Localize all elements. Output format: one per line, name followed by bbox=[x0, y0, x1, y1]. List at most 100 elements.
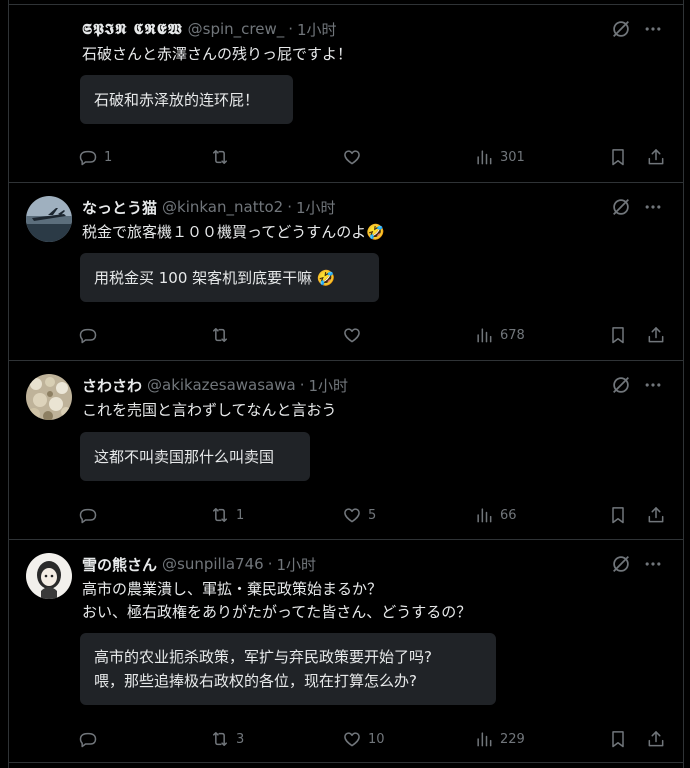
action-bar: 678 bbox=[78, 323, 666, 347]
grok-icon[interactable] bbox=[610, 196, 632, 218]
retweet-icon bbox=[213, 508, 227, 522]
retweet-count: 3 bbox=[236, 731, 245, 747]
separator-dot: · bbox=[287, 198, 292, 216]
bookmark-button[interactable] bbox=[608, 145, 628, 169]
translation-box: 高市的农业扼杀政策，军扩与弃民政策要开始了吗? 喂，那些追捧极右政权的各位，现在… bbox=[80, 633, 496, 705]
action-bar: 1 5 66 bbox=[78, 503, 666, 527]
views-button[interactable]: 301 bbox=[474, 145, 525, 169]
share-button[interactable] bbox=[646, 323, 666, 347]
more-icon[interactable] bbox=[642, 553, 664, 575]
display-name[interactable]: さわさわ bbox=[82, 375, 142, 396]
timestamp[interactable]: 1小时 bbox=[276, 554, 316, 575]
handle[interactable]: @akikazesawasawa bbox=[147, 376, 296, 394]
share-button[interactable] bbox=[646, 727, 666, 751]
translation-box: 这都不叫卖国那什么叫卖国 bbox=[80, 432, 310, 481]
handle[interactable]: @spin_crew_ bbox=[188, 20, 285, 38]
reply-count: 1 bbox=[104, 149, 113, 165]
tweet-header: さわさわ @akikazesawasawa · 1小时 bbox=[82, 374, 348, 396]
views-icon bbox=[477, 732, 492, 747]
views-button[interactable]: 678 bbox=[474, 323, 525, 347]
timestamp[interactable]: 1小时 bbox=[296, 197, 336, 218]
retweet-button[interactable]: 1 bbox=[210, 503, 244, 527]
translation-box: 石破和赤泽放的连环屁！ bbox=[80, 75, 293, 124]
share-button[interactable] bbox=[646, 145, 666, 169]
bookmark-button[interactable] bbox=[608, 727, 628, 751]
grok-icon[interactable] bbox=[610, 374, 632, 396]
tweet-text-line: 税金で旅客機１００機買ってどうすんのよ🤣 bbox=[82, 223, 385, 241]
share-button[interactable] bbox=[646, 503, 666, 527]
retweet-button[interactable] bbox=[210, 323, 236, 347]
reply-button[interactable]: 1 bbox=[78, 145, 112, 169]
reply-button[interactable] bbox=[78, 323, 104, 347]
action-bar: 3 10 229 bbox=[78, 727, 666, 751]
grok-icon[interactable] bbox=[610, 553, 632, 575]
like-count: 5 bbox=[368, 507, 377, 523]
translation-line: 高市的农业扼杀政策，军扩与弃民政策要开始了吗? bbox=[94, 648, 432, 666]
retweet-icon bbox=[213, 732, 227, 746]
translation-box: 用税金买 100 架客机到底要干嘛 🤣 bbox=[80, 253, 379, 302]
display-name[interactable]: なっとう猫 bbox=[82, 197, 157, 218]
timestamp[interactable]: 1小时 bbox=[297, 19, 337, 40]
views-button[interactable]: 229 bbox=[474, 727, 525, 751]
handle[interactable]: @sunpilla746 bbox=[162, 555, 264, 573]
like-count: 10 bbox=[368, 731, 385, 747]
avatar[interactable] bbox=[26, 553, 72, 599]
grok-icon[interactable] bbox=[610, 18, 632, 40]
bookmark-icon bbox=[612, 507, 624, 524]
tweet-text: 税金で旅客機１００機買ってどうすんのよ🤣 bbox=[82, 221, 385, 244]
bookmark-button[interactable] bbox=[608, 503, 628, 527]
separator-dot: · bbox=[288, 20, 293, 38]
reply-button[interactable] bbox=[78, 503, 104, 527]
retweet-button[interactable] bbox=[210, 145, 236, 169]
like-button[interactable]: 10 bbox=[342, 727, 385, 751]
reply-tweet[interactable]: 𝕾𝕻𝕴𝕹 𝕮𝕽𝕰𝖂 @spin_crew_ · 1小时 石破さんと赤澤さんの残り… bbox=[8, 5, 684, 183]
timestamp[interactable]: 1小时 bbox=[309, 375, 349, 396]
tweet-text: 高市の農業潰し、軍拡・棄民政策始まるか？ おい、極右政権をありがたがってた皆さん… bbox=[82, 578, 471, 624]
bookmark-icon bbox=[612, 149, 624, 166]
reply-icon bbox=[79, 328, 97, 344]
separator-dot: · bbox=[267, 555, 273, 573]
like-button[interactable] bbox=[342, 145, 368, 169]
reply-tweet[interactable]: 雪の熊さん @sunpilla746 · 1小时 高市の農業潰し、軍拡・棄民政策… bbox=[8, 540, 684, 762]
more-icon[interactable] bbox=[642, 374, 664, 396]
like-button[interactable] bbox=[342, 323, 368, 347]
tweet-header: 雪の熊さん @sunpilla746 · 1小时 bbox=[82, 553, 316, 575]
reply-button[interactable] bbox=[78, 727, 104, 751]
view-count: 229 bbox=[500, 731, 525, 747]
tweet-text-line: おい、極右政権をありがたがってた皆さん、どうするの？ bbox=[82, 603, 472, 621]
reply-icon bbox=[79, 150, 97, 166]
retweet-count: 1 bbox=[236, 507, 245, 523]
like-icon bbox=[344, 508, 360, 523]
reply-tweet[interactable]: さわさわ @akikazesawasawa · 1小时 これを売国と言わずしてな… bbox=[8, 361, 684, 540]
reply-tweet[interactable]: なっとう猫 @kinkan_natto2 · 1小时 税金で旅客機１００機買って… bbox=[8, 183, 684, 361]
tweet-header: 𝕾𝕻𝕴𝕹 𝕮𝕽𝕰𝖂 @spin_crew_ · 1小时 bbox=[82, 18, 337, 40]
bottom-border bbox=[8, 762, 684, 763]
display-name[interactable]: 𝕾𝕻𝕴𝕹 𝕮𝕽𝕰𝖂 bbox=[82, 20, 183, 38]
like-icon bbox=[344, 328, 360, 343]
translation-line: 喂，那些追捧极右政权的各位，现在打算怎么办? bbox=[94, 672, 417, 690]
views-button[interactable]: 66 bbox=[474, 503, 517, 527]
bookmark-icon bbox=[612, 327, 624, 344]
avatar[interactable] bbox=[26, 374, 72, 420]
view-count: 301 bbox=[500, 149, 525, 165]
separator-dot: · bbox=[299, 376, 305, 394]
like-icon bbox=[344, 150, 360, 165]
bookmark-button[interactable] bbox=[608, 323, 628, 347]
tweet-text: 石破さんと赤澤さんの残りっ屁ですよ！ bbox=[82, 43, 352, 66]
views-icon bbox=[477, 508, 492, 523]
handle[interactable]: @kinkan_natto2 bbox=[162, 198, 283, 216]
views-icon bbox=[477, 150, 492, 165]
retweet-icon bbox=[213, 150, 227, 164]
like-icon bbox=[344, 732, 360, 747]
avatar[interactable] bbox=[26, 196, 72, 242]
views-icon bbox=[477, 328, 492, 343]
more-icon[interactable] bbox=[642, 18, 664, 40]
display-name[interactable]: 雪の熊さん bbox=[82, 554, 157, 575]
retweet-button[interactable]: 3 bbox=[210, 727, 244, 751]
like-button[interactable]: 5 bbox=[342, 503, 376, 527]
tweet-header: なっとう猫 @kinkan_natto2 · 1小时 bbox=[82, 196, 336, 218]
share-icon bbox=[648, 327, 664, 343]
more-icon[interactable] bbox=[642, 196, 664, 218]
reply-icon bbox=[79, 508, 97, 524]
share-icon bbox=[648, 507, 664, 523]
